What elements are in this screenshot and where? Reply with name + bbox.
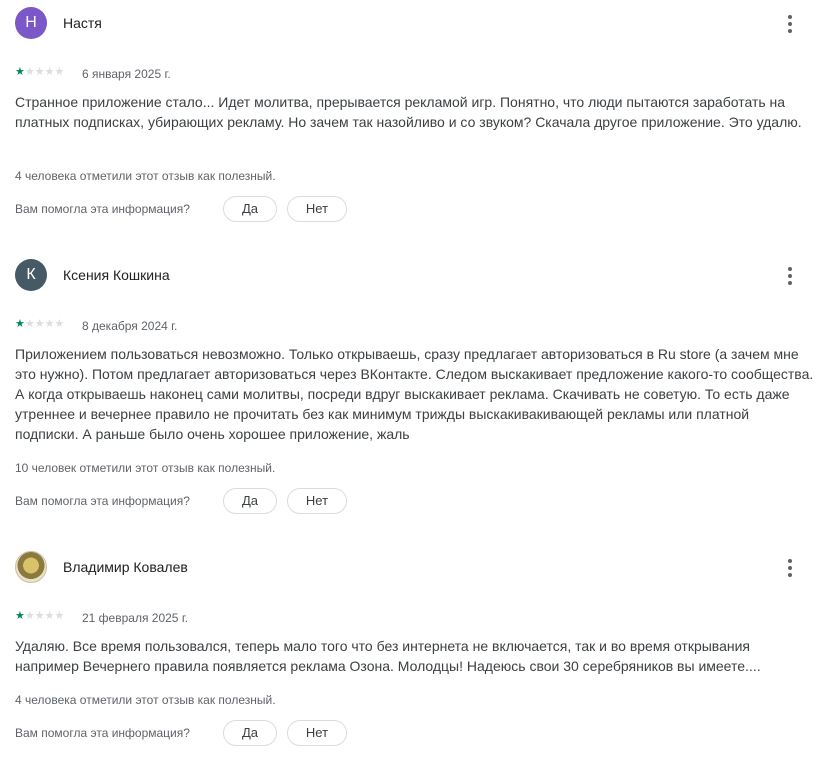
no-button[interactable]: Нет bbox=[287, 720, 347, 746]
star-rating: ★★★★★ bbox=[15, 610, 65, 622]
helpful-count: 4 человека отметили этот отзыв как полез… bbox=[15, 169, 276, 183]
author-name: Владимир Ковалев bbox=[63, 559, 188, 575]
star-rating: ★★★★★ bbox=[15, 318, 65, 330]
yes-button[interactable]: Да bbox=[223, 196, 277, 222]
helpful-count: 10 человек отметили этот отзыв как полез… bbox=[15, 461, 276, 475]
review-date: 21 февраля 2025 г. bbox=[82, 611, 189, 625]
avatar: К bbox=[15, 259, 47, 291]
author-name: Настя bbox=[63, 15, 102, 31]
helpful-question: Вам помогла эта информация? bbox=[15, 726, 190, 740]
avatar: Н bbox=[15, 7, 47, 39]
review-text: Странное приложение стало... Идет молитв… bbox=[15, 94, 802, 130]
star-rating: ★★★★★ bbox=[15, 66, 65, 78]
review-text: Приложением пользоваться невозможно. Тол… bbox=[15, 346, 814, 442]
avatar bbox=[15, 551, 47, 583]
review-text: Удаляю. Все время пользовался, теперь ма… bbox=[15, 638, 761, 674]
no-button[interactable]: Нет bbox=[287, 196, 347, 222]
more-options-icon[interactable] bbox=[778, 554, 802, 582]
no-button[interactable]: Нет bbox=[287, 488, 347, 514]
helpful-question: Вам помогла эта информация? bbox=[15, 494, 190, 508]
helpful-count: 4 человека отметили этот отзыв как полез… bbox=[15, 693, 276, 707]
more-options-icon[interactable] bbox=[778, 262, 802, 290]
review-date: 8 декабря 2024 г. bbox=[82, 319, 178, 333]
author-name: Ксения Кошкина bbox=[63, 267, 170, 283]
more-options-icon[interactable] bbox=[778, 10, 802, 38]
yes-button[interactable]: Да bbox=[223, 488, 277, 514]
yes-button[interactable]: Да bbox=[223, 720, 277, 746]
helpful-question: Вам помогла эта информация? bbox=[15, 202, 190, 216]
review-date: 6 января 2025 г. bbox=[82, 67, 171, 81]
